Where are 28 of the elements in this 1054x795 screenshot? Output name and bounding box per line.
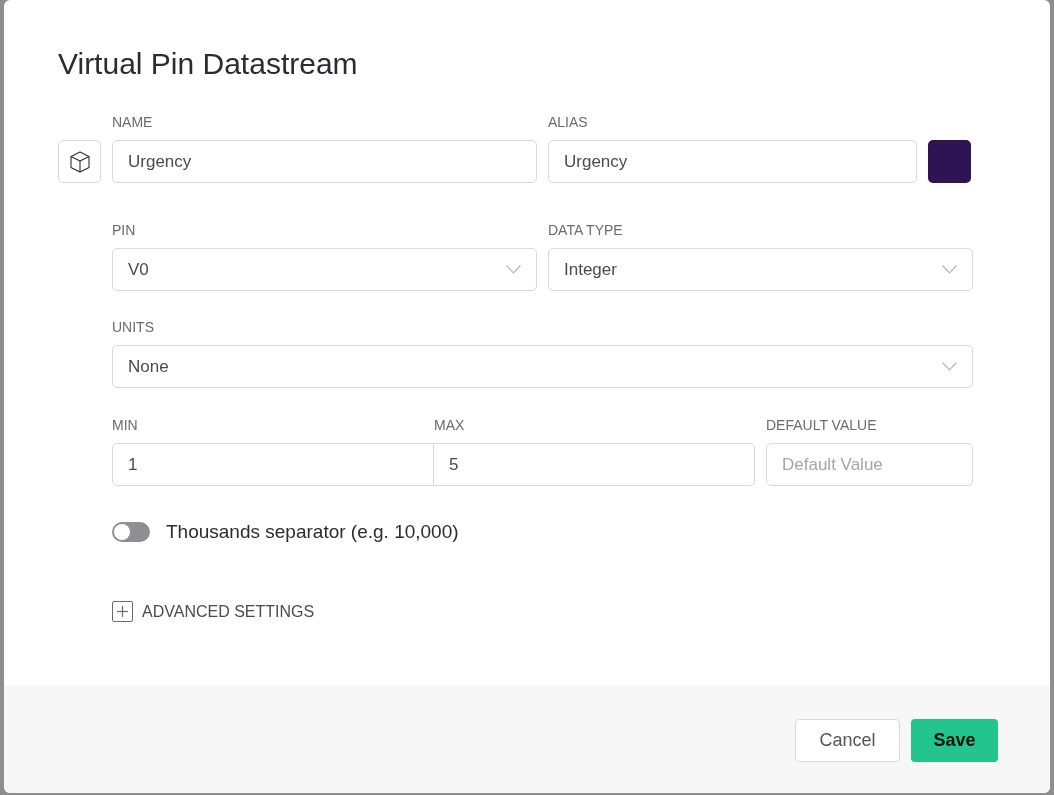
field-label: DEFAULT VALUE	[766, 417, 877, 433]
chevron-down-icon	[942, 265, 957, 274]
chevron-down-icon	[506, 265, 521, 274]
dialog-title: Virtual Pin Datastream	[58, 46, 358, 82]
field-label: NAME	[112, 114, 153, 130]
text-input[interactable]: Urgency	[548, 140, 917, 183]
cube-icon	[68, 150, 91, 173]
advanced-settings-link[interactable]: ADVANCED SETTINGS	[142, 601, 315, 622]
field-label: MAX	[434, 417, 465, 433]
chevron-down-icon	[942, 362, 957, 371]
text-input[interactable]: 5	[434, 443, 755, 486]
toggle-label: Thousands separator (e.g. 10,000)	[166, 520, 459, 544]
color-swatch-icon[interactable]	[928, 140, 971, 183]
cancel-button[interactable]: Cancel	[795, 719, 900, 762]
select-dropdown[interactable]: Integer	[548, 248, 973, 291]
field-label: MIN	[112, 417, 138, 433]
select-dropdown[interactable]: None	[112, 345, 973, 388]
select-dropdown[interactable]: V0	[112, 248, 537, 291]
text-input[interactable]: Default Value	[766, 443, 973, 486]
text-input[interactable]: Urgency	[112, 140, 537, 183]
field-label: PIN	[112, 222, 136, 238]
field-label: ALIAS	[548, 114, 588, 130]
toggle-switch[interactable]	[112, 522, 150, 542]
icon-select-button[interactable]	[58, 140, 101, 183]
save-button[interactable]: Save	[911, 719, 998, 762]
text-input[interactable]: 1	[112, 443, 434, 486]
field-label: UNITS	[112, 319, 154, 335]
field-label: DATA TYPE	[548, 222, 623, 238]
